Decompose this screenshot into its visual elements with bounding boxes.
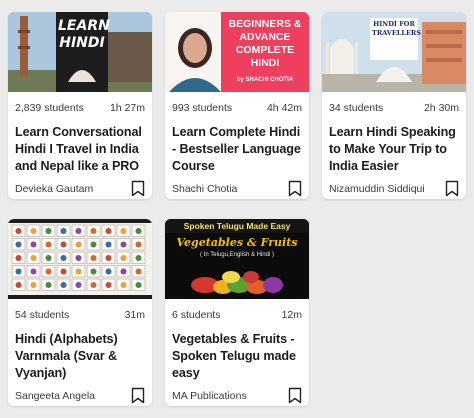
instructor-name: Shachi Chotia	[172, 182, 238, 195]
course-card[interactable]: HINDI FOR TRAVELLERS 34 students 2h 30m …	[322, 12, 466, 199]
course-card[interactable]: BEGINNERS & ADVANCE COMPLETE HINDI by SH…	[165, 12, 309, 199]
student-count: 34 students	[329, 102, 384, 114]
bookmark-icon[interactable]	[445, 180, 459, 197]
bookmark-icon[interactable]	[288, 387, 302, 404]
course-thumbnail: BEGINNERS & ADVANCE COMPLETE HINDI by SH…	[165, 12, 309, 92]
thumbnail-title: LEARN HINDI	[58, 18, 110, 51]
student-count: 2,839 students	[15, 102, 84, 114]
course-card[interactable]: LEARN HINDI 2,839 students 1h 27m Learn …	[8, 12, 152, 199]
course-card[interactable]: Spoken Telugu Made Easy Vegetables & Fru…	[165, 219, 309, 406]
student-count: 54 students	[15, 309, 70, 321]
course-duration: 12m	[281, 309, 302, 321]
instructor-name: MA Publications	[172, 389, 247, 402]
thumbnail-image	[8, 219, 152, 299]
course-title[interactable]: Learn Conversational Hindi I Travel in I…	[8, 124, 152, 176]
course-title[interactable]: Learn Hindi Speaking to Make Your Trip t…	[322, 124, 466, 176]
course-card[interactable]: 54 students 31m Hindi (Alphabets) Varnma…	[8, 219, 152, 406]
course-title[interactable]: Vegetables & Fruits - Spoken Telugu made…	[165, 331, 309, 383]
thumbnail-title: BEGINNERS & ADVANCE COMPLETE HINDI	[228, 18, 302, 69]
course-thumbnail	[8, 219, 152, 299]
course-thumbnail: HINDI FOR TRAVELLERS	[322, 12, 466, 92]
instructor-name: Sangeeta Angela	[15, 389, 95, 402]
bookmark-icon[interactable]	[131, 387, 145, 404]
instructor-name: Devieka Gautam	[15, 182, 94, 195]
course-title[interactable]: Learn Complete Hindi - Bestseller Langua…	[165, 124, 309, 176]
thumbnail-title: HINDI FOR TRAVELLERS	[372, 20, 421, 37]
thumbnail-subtitle: ( In Telugu,English & Hindi )	[200, 252, 274, 258]
student-count: 6 students	[172, 309, 221, 321]
course-title[interactable]: Hindi (Alphabets) Varnmala (Svar & Vyanj…	[8, 331, 152, 383]
course-duration: 31m	[124, 309, 145, 321]
thumbnail-header: Spoken Telugu Made Easy	[183, 221, 291, 231]
course-duration: 4h 42m	[266, 102, 302, 114]
course-thumbnail: LEARN HINDI	[8, 12, 152, 92]
course-duration: 2h 30m	[423, 102, 459, 114]
student-count: 993 students	[172, 102, 233, 114]
bookmark-icon[interactable]	[131, 180, 145, 197]
thumbnail-image	[165, 219, 309, 299]
course-duration: 1h 27m	[109, 102, 145, 114]
bookmark-icon[interactable]	[288, 180, 302, 197]
instructor-name: Nizamuddin Siddiqui	[329, 182, 425, 195]
course-thumbnail: Spoken Telugu Made Easy Vegetables & Fru…	[165, 219, 309, 299]
thumbnail-title: Vegetables & Fruits	[176, 236, 298, 249]
thumbnail-subtitle: by SHACHI CHOTIA	[236, 77, 294, 83]
